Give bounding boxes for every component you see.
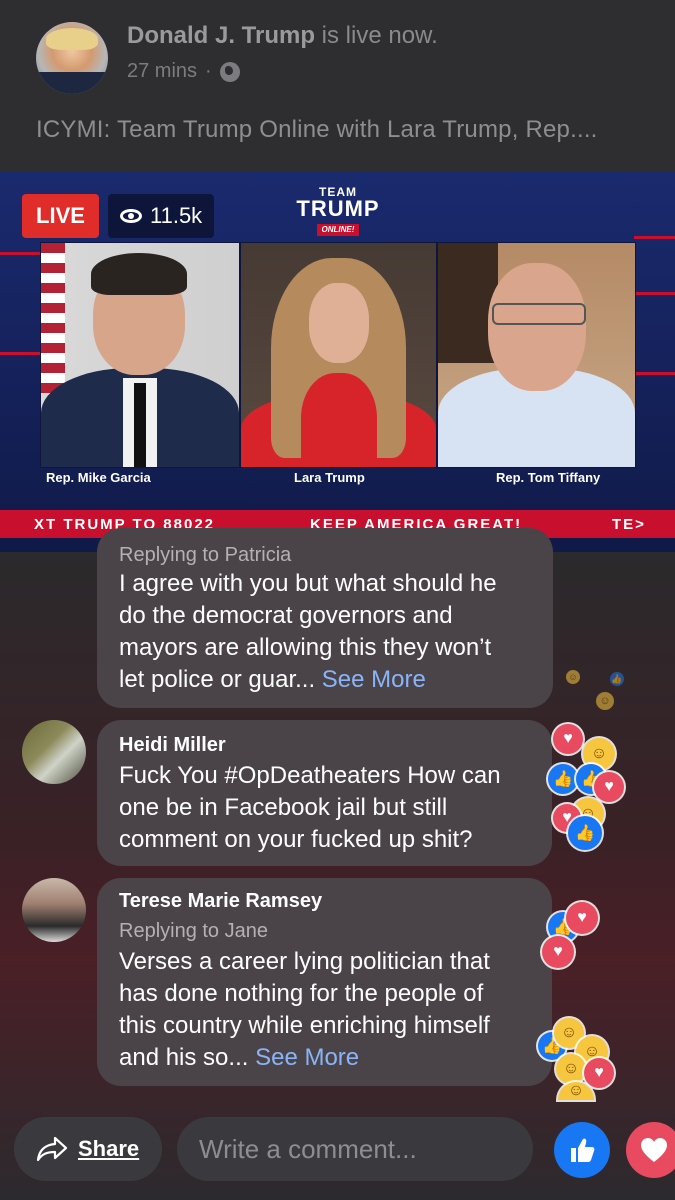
author-status-line: Donald J. Trump is live now. <box>127 22 438 50</box>
author-name[interactable]: Donald J. Trump <box>127 22 315 49</box>
comment-1-line-4: let police or guar... <box>119 666 316 693</box>
comment-input[interactable]: Write a comment... <box>177 1117 533 1181</box>
see-more-link[interactable]: See More <box>322 666 426 693</box>
live-video-player[interactable]: LIVE 11.5k TEAM TRUMP ONLINE! Rep. Mike … <box>0 172 675 552</box>
comment-bubble-2[interactable]: Heidi Miller Fuck You #OpDeatheaters How… <box>97 720 552 866</box>
comment-bubble-3[interactable]: Terese Marie Ramsey Replying to Jane Ver… <box>97 878 552 1086</box>
thumbs-up-icon: 👍 <box>548 764 578 794</box>
comment-bubble-1[interactable]: Replying to Patricia I agree with you bu… <box>97 528 553 708</box>
logo-line-2: TRUMP <box>296 196 380 221</box>
share-label: Share <box>78 1136 140 1161</box>
comment-3-line-2: has done nothing for the people of <box>119 980 484 1007</box>
team-trump-online-logo: TEAM TRUMP ONLINE! <box>293 186 383 236</box>
commenter-name[interactable]: Heidi Miller <box>119 734 226 757</box>
commenter-avatar-heidi[interactable] <box>22 720 86 784</box>
comment-1-line-2: do the democrat governors and <box>119 602 453 629</box>
comment-3-line-1: Verses a career lying politician that <box>119 948 490 975</box>
heart-icon: ♥ <box>594 772 624 802</box>
comment-3-text: Verses a career lying politician that ha… <box>119 946 490 1074</box>
meta-separator: · <box>205 60 212 82</box>
author-avatar[interactable] <box>36 22 108 94</box>
bottom-action-bar: Share Write a comment... <box>0 1100 675 1200</box>
laughing-face-icon: ☺ <box>558 1082 594 1100</box>
laughing-face-icon: ☺ <box>566 670 580 684</box>
commenter-name[interactable]: Terese Marie Ramsey <box>119 890 322 913</box>
speaker-names: Rep. Mike Garcia Lara Trump Rep. Tom Tif… <box>40 468 634 486</box>
speaker-name-2: Lara Trump <box>294 470 365 485</box>
heart-icon: ♥ <box>566 902 598 934</box>
share-arrow-icon <box>36 1136 68 1162</box>
comment-3-replying-to[interactable]: Replying to Jane <box>119 920 268 943</box>
see-more-link[interactable]: See More <box>255 1044 359 1071</box>
comment-1-line-3: mayors are allowing this they won’t <box>119 634 492 661</box>
share-button[interactable]: Share <box>14 1117 162 1181</box>
eye-icon <box>120 209 142 223</box>
logo-line-3: ONLINE! <box>316 224 360 236</box>
speaker-name-1: Rep. Mike Garcia <box>46 470 151 485</box>
post-header: Donald J. Trump is live now. 27 mins · I… <box>0 0 675 172</box>
viewer-count: 11.5k <box>108 194 215 238</box>
live-badge: LIVE <box>22 194 99 238</box>
comment-placeholder: Write a comment... <box>199 1133 417 1164</box>
comment-1-line-1: I agree with you but what should he <box>119 570 497 597</box>
thumbs-up-icon <box>571 1138 595 1162</box>
heart-icon: ♥ <box>584 1058 614 1088</box>
video-panel-garcia <box>40 242 240 468</box>
globe-icon <box>219 61 240 82</box>
like-reaction-button[interactable] <box>554 1122 610 1178</box>
ticker-right: TE> <box>612 516 646 533</box>
live-status-text: is live now. <box>315 22 438 49</box>
laughing-face-icon: ☺ <box>556 1054 586 1084</box>
commenter-avatar-terese[interactable] <box>22 878 86 942</box>
post-text[interactable]: ICYMI: Team Trump Online with Lara Trump… <box>36 116 598 144</box>
comment-2-line-3: comment on your fucked up shit? <box>119 826 473 853</box>
heart-icon: ♥ <box>542 936 574 968</box>
post-meta: 27 mins · <box>127 60 240 83</box>
speaker-name-3: Rep. Tom Tiffany <box>496 470 601 485</box>
comment-2-text: Fuck You #OpDeatheaters How can one be i… <box>119 760 501 856</box>
love-reaction-button[interactable] <box>626 1122 675 1178</box>
video-panel-tiffany <box>437 242 636 468</box>
comment-1-replying-to[interactable]: Replying to Patricia <box>119 544 291 567</box>
post-time[interactable]: 27 mins <box>127 60 197 83</box>
video-panel-lara <box>240 242 437 468</box>
heart-icon: ♥ <box>553 724 583 754</box>
thumbs-up-icon: 👍 <box>568 816 602 850</box>
comment-2-line-1: Fuck You #OpDeatheaters How can <box>119 762 501 789</box>
thumbs-up-icon: 👍 <box>610 672 624 686</box>
comment-1-line-4-row: let police or guar... See More <box>119 664 497 696</box>
comment-1-text: I agree with you but what should he do t… <box>119 568 497 696</box>
comment-2-line-2: one be in Facebook jail but still <box>119 794 448 821</box>
laughing-face-icon: ☺ <box>596 692 614 710</box>
heart-icon <box>641 1138 667 1162</box>
comment-3-line-4: and his so... <box>119 1044 249 1071</box>
comment-3-line-3: this country while enriching himself <box>119 1012 490 1039</box>
comment-3-line-4-row: and his so... See More <box>119 1042 490 1074</box>
viewer-count-value: 11.5k <box>150 203 203 228</box>
